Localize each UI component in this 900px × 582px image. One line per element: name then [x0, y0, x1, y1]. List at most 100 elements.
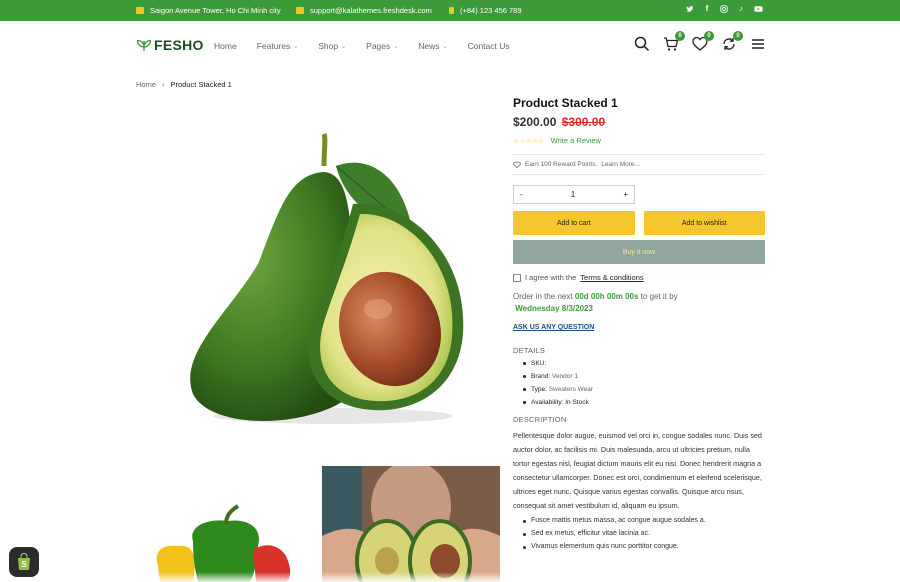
compare-icon[interactable]: 0 — [721, 31, 743, 52]
main-nav: Home Features ⌄ Shop ⌄ Pages ⌄ News ⌄ Contac… — [214, 41, 530, 51]
order-mid: to get it by — [640, 292, 678, 301]
write-review-link[interactable]: Write a Review — [551, 136, 601, 145]
divider — [513, 174, 765, 175]
list-item: Fusce mattis metus massa, ac congue augu… — [523, 517, 765, 524]
action-buttons: Add to cart Add to wishlist — [513, 211, 765, 235]
phone-info[interactable]: (+84) 123 456 789 — [449, 6, 522, 15]
nav-item-home[interactable]: Home — [214, 41, 237, 51]
nav-item-shop[interactable]: Shop ⌄ — [318, 41, 346, 51]
quantity-stepper: - 1 + — [513, 185, 635, 204]
star-rating-icon: ☆☆☆☆☆ — [513, 137, 545, 145]
shopping-bag-icon: S — [18, 553, 30, 570]
product-details: Product Stacked 1 $200.00 $300.00 ☆☆☆☆☆ … — [513, 96, 765, 556]
learn-more-link[interactable]: Learn More... — [601, 161, 640, 168]
leaf-logo-icon — [136, 39, 152, 52]
list-item: SKU: — [523, 360, 765, 367]
description-text: Pellentesque dolor augue, euismod vel or… — [513, 431, 762, 510]
menu-icon[interactable] — [750, 36, 766, 52]
chevron-right-icon: › — [162, 80, 165, 89]
chevron-down-icon: ⌄ — [393, 43, 399, 50]
shopify-badge[interactable]: S — [9, 547, 39, 577]
nav-label: News — [418, 41, 440, 51]
product-title: Product Stacked 1 — [513, 96, 618, 110]
nav-item-contact[interactable]: Contact Us — [468, 41, 510, 51]
description-bullets: Fusce mattis metus massa, ac congue augu… — [513, 517, 765, 550]
mail-icon — [296, 7, 304, 14]
description-heading: DESCRIPTION — [513, 415, 567, 424]
twitter-icon[interactable] — [686, 5, 694, 13]
agree-checkbox[interactable] — [513, 273, 521, 282]
availability-label: Availability: — [531, 399, 564, 406]
details-heading: DETAILS — [513, 346, 546, 355]
breadcrumb-home[interactable]: Home — [136, 80, 156, 89]
nav-label: Features — [256, 41, 291, 51]
rating: ☆☆☆☆☆ Write a Review — [513, 136, 765, 145]
old-price: $300.00 — [561, 115, 606, 129]
logo-text: FESHO — [154, 37, 204, 53]
email-info[interactable]: support@kalathemes.freshdesk.com — [296, 6, 432, 15]
reward-points: Earn 100 Reward Points. Learn More... — [513, 161, 765, 168]
qty-input[interactable]: 1 — [571, 190, 575, 199]
nav-item-news[interactable]: News ⌄ — [418, 41, 447, 51]
terms-link[interactable]: Terms & conditions — [580, 273, 643, 282]
address-text: Saigon Avenue Tower, Ho Chi Minh city — [150, 6, 281, 15]
details-list: SKU: Brand: Vendor 1 Type: Sweaters Wear… — [513, 360, 765, 406]
nav-label: Pages — [366, 41, 391, 51]
type-label: Type: — [531, 386, 547, 393]
breadcrumb: Home › Product Stacked 1 — [136, 80, 232, 89]
cart-icon[interactable]: 0 — [663, 31, 685, 52]
price: $200.00 $300.00 — [513, 115, 765, 129]
chevron-down-icon: ⌄ — [293, 43, 299, 50]
buy-now-button[interactable]: Buy it now — [513, 240, 765, 264]
nav-item-pages[interactable]: Pages ⌄ — [366, 41, 398, 51]
nav-label: Home — [214, 41, 237, 51]
terms-agreement: I agree with the Terms & conditions — [513, 273, 765, 282]
qty-increase-button[interactable]: + — [623, 190, 628, 199]
availability-value: In Stock — [565, 399, 589, 406]
breadcrumb-current: Product Stacked 1 — [170, 80, 232, 89]
search-icon[interactable] — [634, 36, 650, 52]
brand-label: Brand: — [531, 373, 551, 380]
delivery-estimate: Order in the next 00d 00h 00m 00s to get… — [513, 291, 765, 315]
svg-text:S: S — [21, 560, 27, 569]
compare-count-badge: 0 — [733, 31, 743, 41]
list-item: Availability: In Stock — [523, 399, 765, 406]
address-info: Saigon Avenue Tower, Ho Chi Minh city — [136, 6, 281, 15]
order-prefix: Order in the next — [513, 292, 573, 301]
thumbnail-avocado-hands[interactable] — [322, 466, 500, 582]
brand-value[interactable]: Vendor 1 — [552, 373, 578, 380]
list-item: Type: Sweaters Wear — [523, 386, 765, 393]
header-icons: 0 0 0 — [634, 31, 766, 52]
countdown: 00d 00h 00m 00s — [574, 292, 639, 301]
tiktok-icon[interactable]: ♪ — [737, 5, 745, 13]
nav-item-features[interactable]: Features ⌄ — [257, 41, 299, 51]
phone-text[interactable]: (+84) 123 456 789 — [460, 6, 522, 15]
thumbnail-peppers[interactable] — [138, 466, 310, 582]
cart-count-badge: 0 — [675, 31, 685, 41]
type-value[interactable]: Sweaters Wear — [549, 386, 593, 393]
sku-label: SKU: — [531, 360, 547, 367]
add-to-wishlist-button[interactable]: Add to wishlist — [643, 211, 765, 235]
site-header: FESHO Home Features ⌄ Shop ⌄ Pages ⌄ News ⌄ … — [0, 21, 900, 71]
chevron-down-icon: ⌄ — [442, 43, 448, 50]
youtube-icon[interactable] — [754, 5, 763, 13]
facebook-icon[interactable]: f — [703, 5, 711, 13]
add-to-cart-button[interactable]: Add to cart — [513, 211, 635, 235]
social-links: f ♪ — [686, 5, 763, 13]
instagram-icon[interactable] — [720, 5, 728, 13]
main-product-image[interactable] — [138, 104, 500, 444]
qty-decrease-button[interactable]: - — [520, 190, 523, 199]
list-item: Brand: Vendor 1 — [523, 373, 765, 380]
logo[interactable]: FESHO — [136, 37, 204, 53]
divider — [513, 154, 765, 155]
list-item: Sed ex metus, efficitur vitae lacinia ac… — [523, 530, 765, 537]
phone-icon — [449, 7, 454, 14]
heart-icon[interactable]: 0 — [692, 31, 714, 52]
email-text[interactable]: support@kalathemes.freshdesk.com — [310, 6, 432, 15]
diamond-icon — [513, 161, 521, 168]
ask-question-link[interactable]: ASK US ANY QUESTION — [513, 324, 765, 331]
bottom-fade — [0, 572, 900, 582]
agree-text: I agree with the — [525, 273, 577, 282]
delivery-date: Wednesday 8/3/2023 — [515, 304, 593, 313]
wishlist-count-badge: 0 — [704, 31, 714, 41]
